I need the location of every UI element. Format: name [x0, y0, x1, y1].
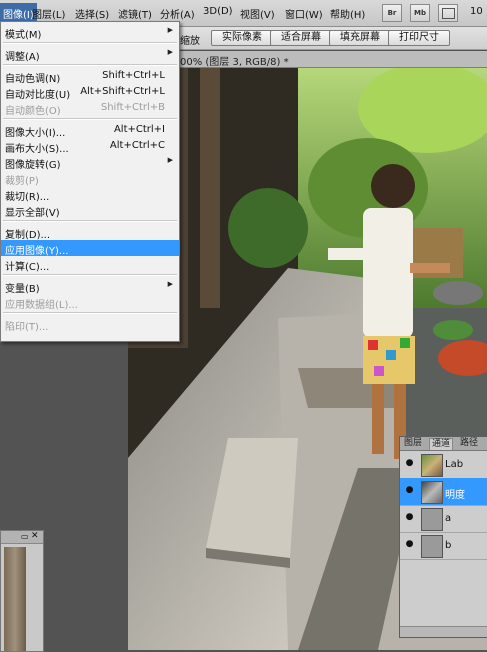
document-tab[interactable]: 00% (图层 3, RGB/8) *: [178, 51, 487, 68]
menu-window[interactable]: 窗口(W): [285, 6, 323, 21]
menu-item[interactable]: 显示全部(V): [1, 202, 179, 219]
menu-item[interactable]: 自动色调(N) Shift+Ctrl+L: [1, 68, 179, 85]
menu-item[interactable]: 计算(C)...: [1, 256, 179, 273]
menu-item-label: 计算(C)...: [5, 262, 50, 273]
menu-item-label: 陷印(T)...: [5, 322, 49, 333]
submenu-arrow-icon: ▶: [167, 48, 173, 56]
menu-item-label: 复制(D)...: [5, 230, 51, 241]
menu-3d[interactable]: 3D(D): [203, 6, 233, 17]
menu-item-shortcut: Alt+Ctrl+C: [109, 140, 165, 151]
image-menu-dropdown: 模式(M) ▶ 调整(A) ▶ 自动色调(N) Shift+Ctrl+L 自动对比度(U) A…: [0, 21, 180, 342]
menu-item-shortcut: Alt+Shift+Ctrl+L: [80, 86, 165, 97]
eye-icon[interactable]: ●: [404, 486, 415, 495]
channel-row[interactable]: ● Lab: [400, 451, 487, 479]
channel-row[interactable]: ● a: [400, 505, 487, 533]
menu-item-label: 裁切(R)...: [5, 192, 50, 203]
menu-item[interactable]: 应用数据组(L)...: [1, 294, 179, 311]
collapse-icon[interactable]: ▭: [21, 532, 29, 541]
channel-thumbnail: [421, 535, 443, 558]
menu-select[interactable]: 选择(S): [75, 6, 109, 21]
submenu-arrow-icon: ▶: [167, 156, 173, 164]
channel-name: Lab: [445, 459, 464, 470]
menu-separator: [3, 274, 177, 276]
menu-separator: [3, 64, 177, 66]
channel-name: b: [445, 540, 452, 551]
menu-item-label: 显示全部(V): [5, 208, 60, 219]
menu-item-label: 自动色调(N): [5, 74, 61, 85]
print-size-button[interactable]: 打印尺寸: [388, 30, 450, 46]
submenu-arrow-icon: ▶: [167, 280, 173, 288]
menu-item-label: 模式(M): [5, 30, 42, 41]
navigator-thumbnail: [4, 547, 26, 651]
menu-view[interactable]: 视图(V): [240, 6, 275, 21]
submenu-arrow-icon: ▶: [167, 26, 173, 34]
eye-icon[interactable]: ●: [404, 459, 415, 468]
channels-panel: 图层 通道 路径 ● Lab ● 明度 ● a ● b: [399, 436, 487, 638]
menu-item[interactable]: 裁切(R)...: [1, 186, 179, 203]
channels-panel-tabs: 图层 通道 路径: [400, 437, 487, 451]
fit-screen-button[interactable]: 适合屏幕: [270, 30, 332, 46]
menu-item-label: 应用图像(Y)...: [5, 246, 69, 257]
menu-item[interactable]: 图像旋转(G) ▶: [1, 154, 179, 171]
document-title: 00% (图层 3, RGB/8) *: [180, 57, 289, 68]
menu-item[interactable]: 自动颜色(O) Shift+Ctrl+B: [1, 100, 179, 117]
menu-help[interactable]: 帮助(H): [330, 6, 365, 21]
menu-separator: [3, 220, 177, 222]
navigator-panel-header: ▭ ✕: [1, 531, 43, 544]
fill-screen-button[interactable]: 填充屏幕: [329, 30, 391, 46]
channel-name: 明度: [445, 490, 465, 501]
menu-item-shortcut: Alt+Ctrl+I: [113, 124, 165, 135]
channel-row[interactable]: ● 明度: [400, 478, 487, 506]
channels-panel-footer: [400, 626, 487, 637]
actual-pixels-button[interactable]: 实际像素: [211, 30, 273, 46]
bridge-button[interactable]: Br: [382, 4, 402, 22]
channel-thumbnail: [421, 508, 443, 531]
tab-channels[interactable]: 通道: [429, 438, 454, 450]
channel-name: a: [445, 513, 452, 524]
tab-layers[interactable]: 图层: [402, 438, 424, 449]
menu-analysis[interactable]: 分析(A): [160, 6, 195, 21]
scroll-all-label: 缩放: [180, 36, 200, 47]
menu-item-label: 调整(A): [5, 52, 40, 63]
menu-item-label: 画布大小(S)...: [5, 144, 69, 155]
menu-item-shortcut: Shift+Ctrl+B: [100, 102, 165, 113]
tab-paths[interactable]: 路径: [458, 438, 480, 449]
menu-item[interactable]: 自动对比度(U) Alt+Shift+Ctrl+L: [1, 84, 179, 101]
menu-item[interactable]: 图像大小(I)... Alt+Ctrl+I: [1, 122, 179, 139]
arrange-documents-icon[interactable]: [438, 4, 458, 22]
menu-item[interactable]: 应用图像(Y)...: [1, 240, 179, 257]
minibridge-button[interactable]: Mb: [410, 4, 430, 22]
menu-item[interactable]: 调整(A) ▶: [1, 46, 179, 63]
close-icon[interactable]: ✕: [31, 531, 39, 541]
menu-separator: [3, 118, 177, 120]
menu-item-label: 自动对比度(U): [5, 90, 71, 101]
navigator-panel: ▭ ✕: [0, 530, 44, 652]
menu-item-label: 图像旋转(G): [5, 160, 61, 171]
channel-thumbnail: [421, 481, 443, 504]
menu-item-label: 变量(B): [5, 284, 40, 295]
eye-icon[interactable]: ●: [404, 540, 415, 549]
menu-item-label: 图像大小(I)...: [5, 128, 66, 139]
menu-separator: [3, 42, 177, 44]
channel-row[interactable]: ● b: [400, 532, 487, 560]
menu-item[interactable]: 陷印(T)...: [1, 316, 179, 333]
menu-item[interactable]: 裁剪(P): [1, 170, 179, 187]
menu-filter[interactable]: 滤镜(T): [118, 6, 152, 21]
menu-item-shortcut: Shift+Ctrl+L: [102, 70, 165, 81]
menu-item-label: 自动颜色(O): [5, 106, 61, 117]
menu-item[interactable]: 变量(B) ▶: [1, 278, 179, 295]
menu-item[interactable]: 模式(M) ▶: [1, 24, 179, 41]
menu-item[interactable]: 画布大小(S)... Alt+Ctrl+C: [1, 138, 179, 155]
channel-thumbnail: [421, 454, 443, 477]
zoom-level[interactable]: 10: [470, 6, 483, 17]
menu-separator: [3, 312, 177, 314]
menu-item-label: 裁剪(P): [5, 176, 39, 187]
menu-item-label: 应用数据组(L)...: [5, 300, 78, 311]
menu-layer[interactable]: 图层(L): [32, 6, 65, 21]
menu-item[interactable]: 复制(D)...: [1, 224, 179, 241]
eye-icon[interactable]: ●: [404, 513, 415, 522]
